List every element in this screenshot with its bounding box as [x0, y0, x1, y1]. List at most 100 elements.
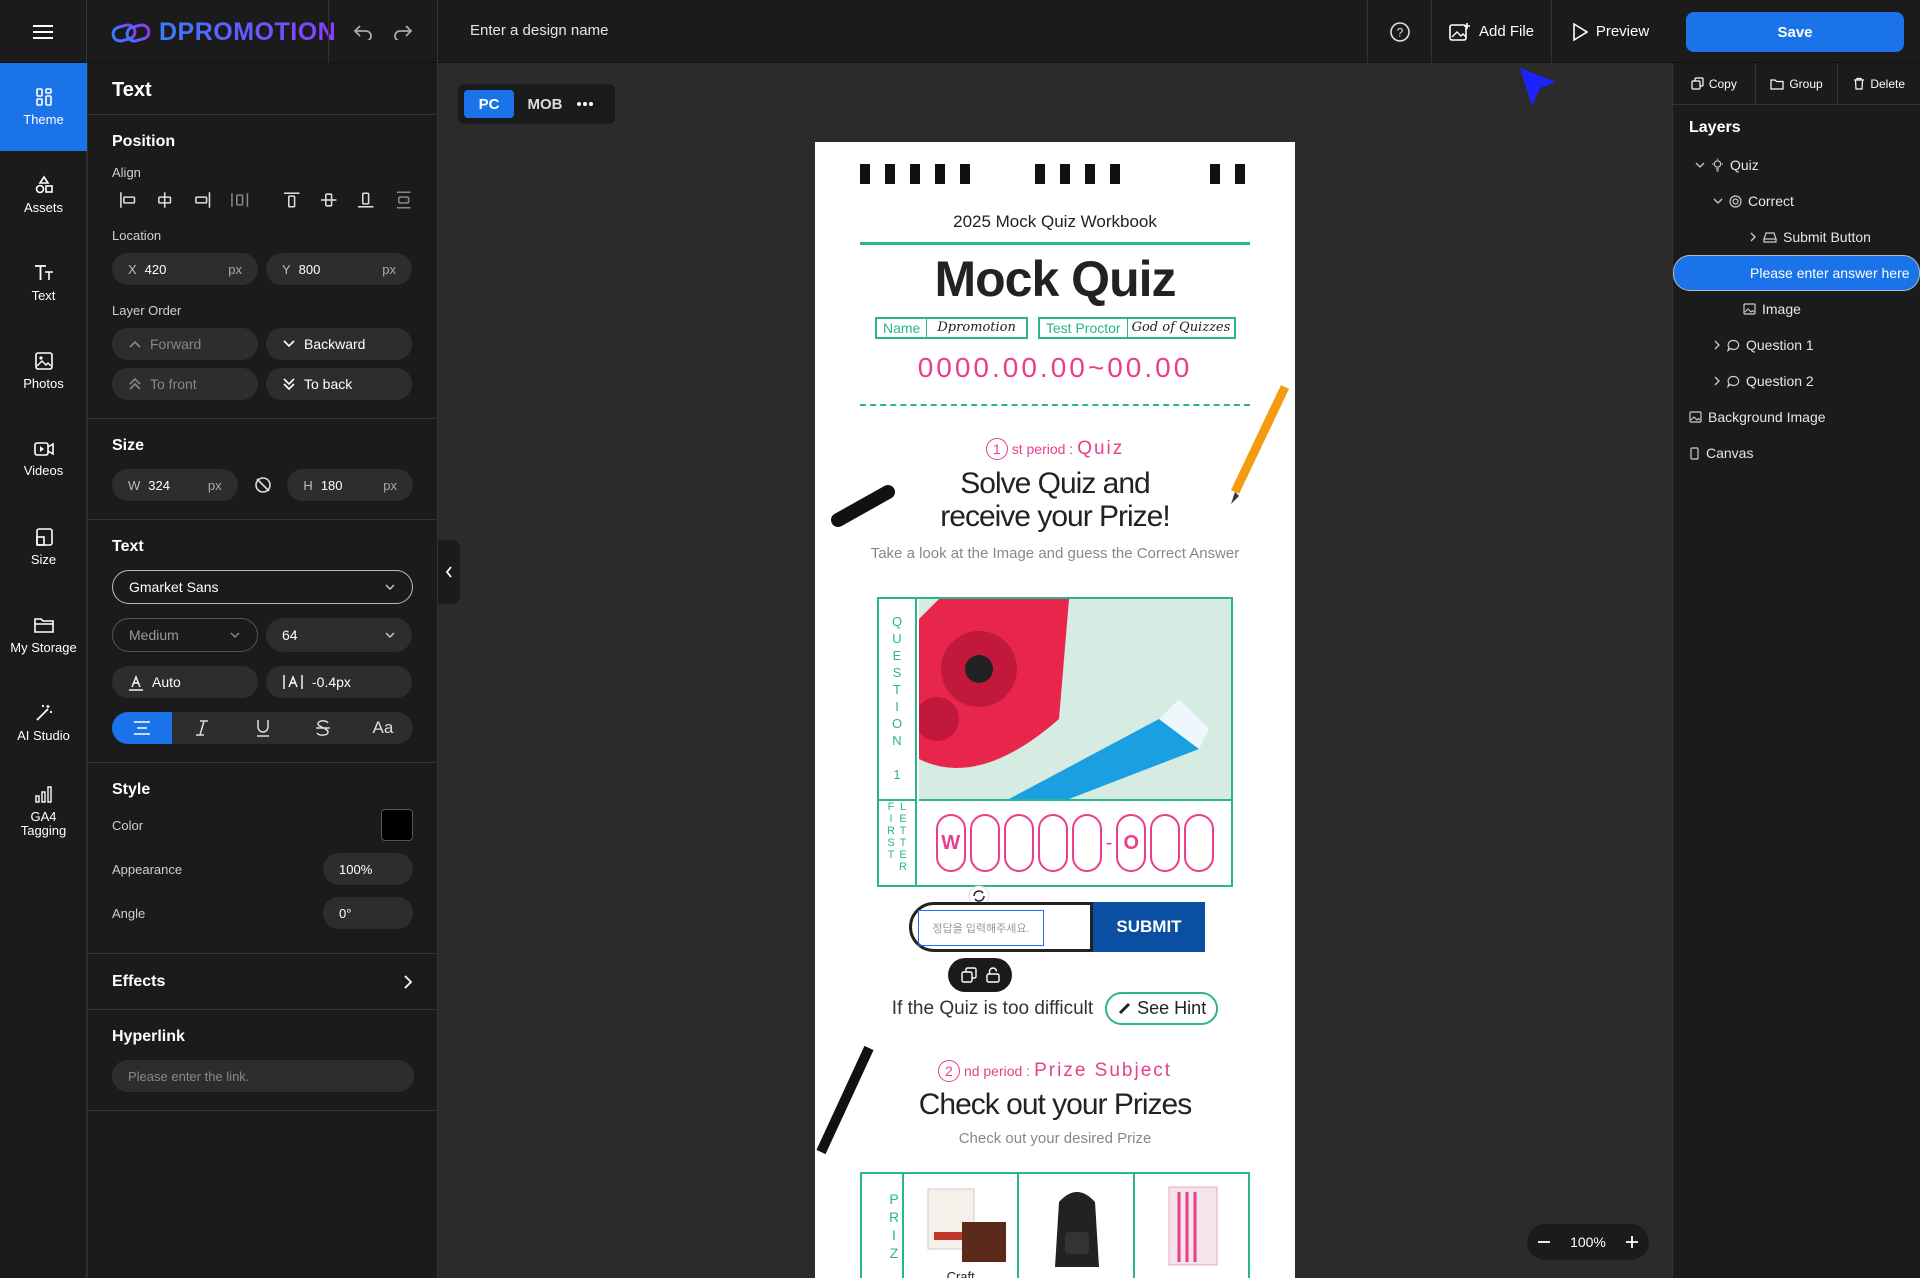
layer-item-canvas[interactable]: Canvas [1673, 435, 1920, 471]
letter-spacing-input[interactable]: -0.4px [266, 666, 412, 698]
hamburger-icon [33, 24, 53, 39]
rail-item-size[interactable]: Size [0, 503, 87, 591]
design-name-input[interactable]: Enter a design name [470, 22, 608, 39]
hyperlink-input[interactable]: Please enter the link. [112, 1060, 414, 1092]
double-chevron-down-icon [283, 378, 295, 391]
rail-item-ga4-tagging[interactable]: GA4 Tagging [0, 767, 87, 855]
help-button[interactable]: ? [1367, 0, 1431, 63]
distribute-h-icon[interactable] [230, 190, 249, 210]
rail-item-my-storage[interactable]: My Storage [0, 591, 87, 679]
underline-button[interactable] [232, 712, 292, 744]
layer-item-answer-input[interactable]: Please enter answer here [1673, 255, 1920, 291]
layer-item-correct[interactable]: Correct [1673, 183, 1920, 219]
layer-item-background-image[interactable]: Background Image [1673, 399, 1920, 435]
rail-item-videos[interactable]: Videos [0, 415, 87, 503]
text-icon [34, 264, 53, 280]
pc-tab[interactable]: PC [464, 90, 514, 118]
see-hint-button[interactable]: See Hint [1105, 992, 1219, 1025]
layer-item-question-2[interactable]: Question 2 [1673, 363, 1920, 399]
distribute-v-icon[interactable] [394, 190, 413, 210]
group-button[interactable]: Group [1756, 63, 1839, 104]
more-icon[interactable] [576, 101, 594, 107]
align-right-icon[interactable] [193, 190, 212, 210]
to-back-button[interactable]: To back [266, 368, 412, 400]
prize-item[interactable]: Craft [904, 1174, 1020, 1278]
period2-name: Prize Subject [1034, 1060, 1173, 1081]
preview-button[interactable]: Preview [1551, 0, 1669, 63]
answer-input-selected[interactable]: 정답을 입력해주세요. [918, 910, 1044, 946]
copy-label: Copy [1708, 76, 1737, 91]
period2-suffix: nd period : [963, 1063, 1031, 1079]
prize-item[interactable] [1135, 1174, 1248, 1278]
appearance-input[interactable]: 100% [323, 853, 413, 885]
mob-tab[interactable]: MOB [522, 96, 568, 113]
text-case-button[interactable]: Aa [353, 712, 413, 744]
text-align-center-button[interactable] [112, 712, 173, 744]
copy-button[interactable]: Copy [1673, 63, 1756, 104]
aspect-lock-toggle[interactable] [246, 469, 280, 501]
layer-item-quiz[interactable]: Quiz [1673, 147, 1920, 183]
unlink-icon [254, 477, 271, 493]
rail-item-ai-studio[interactable]: AI Studio [0, 679, 87, 767]
answer-input-box[interactable]: 정답을 입력해주세요. [909, 902, 1093, 952]
lock-icon[interactable] [985, 967, 1000, 983]
canvas-layer-icon [1690, 446, 1699, 460]
layer-item-question-1[interactable]: Question 1 [1673, 327, 1920, 363]
align-center-h-icon[interactable] [155, 190, 174, 210]
collapse-panel-button[interactable] [438, 540, 460, 604]
duplicate-icon[interactable] [960, 967, 977, 983]
effects-section[interactable]: Effects [88, 954, 437, 1010]
element-quick-toolbar [948, 958, 1012, 992]
strikethrough-button[interactable] [293, 712, 353, 744]
align-bottom-icon[interactable] [356, 190, 375, 210]
hint-label: See Hint [1137, 998, 1207, 1018]
svg-text:?: ? [1396, 25, 1403, 39]
x-input[interactable]: X 420 px [112, 253, 258, 285]
backward-button[interactable]: Backward [266, 328, 412, 360]
answer-slot-mid: O [1116, 814, 1147, 872]
answer-slot-first: W [935, 814, 966, 872]
rail-item-assets[interactable]: Assets [0, 151, 87, 239]
save-button[interactable]: Save [1686, 12, 1904, 52]
y-input[interactable]: Y 800 px [266, 253, 412, 285]
effects-heading: Effects [112, 972, 166, 990]
submit-button[interactable]: SUBMIT [1093, 902, 1205, 952]
undo-redo-group [328, 0, 438, 63]
rail-item-text[interactable]: Text [0, 239, 87, 327]
color-swatch[interactable] [381, 809, 413, 841]
text-section: Text Gmarket Sans Medium 64 Auto -0.4px … [88, 520, 437, 763]
italic-button[interactable] [172, 712, 232, 744]
rail-item-photos[interactable]: Photos [0, 327, 87, 415]
layer-item-submit-button[interactable]: Submit Button [1673, 219, 1920, 255]
font-weight-select[interactable]: Medium [112, 618, 258, 652]
workbook-label: 2025 Mock Quiz Workbook [953, 212, 1157, 231]
layer-item-image[interactable]: Image [1673, 291, 1920, 327]
layer-label: Submit Button [1783, 229, 1871, 245]
design-canvas[interactable]: 2025 Mock Quiz Workbook Mock Quiz Name D… [815, 142, 1295, 1278]
height-input[interactable]: H 180 px [287, 469, 413, 501]
undo-icon[interactable] [353, 24, 373, 40]
delete-button[interactable]: Delete [1838, 63, 1920, 104]
to-front-button[interactable]: To front [112, 368, 258, 400]
name-row: Name Dpromotion Test Proctor God of Quiz… [875, 317, 1237, 339]
align-middle-v-icon[interactable] [319, 190, 338, 210]
line-height-input[interactable]: Auto [112, 666, 258, 698]
menu-button[interactable] [0, 0, 87, 63]
font-family-select[interactable]: Gmarket Sans [112, 570, 413, 604]
align-top-icon[interactable] [282, 190, 301, 210]
brand-logo[interactable]: DPROMOTION [111, 18, 336, 47]
width-input[interactable]: W 324 px [112, 469, 238, 501]
rail-item-theme[interactable]: Theme [0, 63, 87, 151]
text-case-glyph: Aa [372, 718, 394, 737]
redo-icon[interactable] [393, 24, 413, 40]
layer-label: Please enter answer here [1750, 265, 1910, 281]
forward-button[interactable]: Forward [112, 328, 258, 360]
prize-item[interactable] [1019, 1174, 1135, 1278]
add-file-button[interactable]: Add File [1431, 0, 1551, 63]
angle-input[interactable]: 0° [323, 897, 413, 929]
appearance-row: Appearance 100% [112, 847, 413, 891]
font-size-select[interactable]: 64 [266, 618, 412, 652]
zoom-in-icon[interactable] [1625, 1235, 1639, 1249]
zoom-out-icon[interactable] [1537, 1235, 1551, 1249]
align-left-icon[interactable] [118, 190, 137, 210]
